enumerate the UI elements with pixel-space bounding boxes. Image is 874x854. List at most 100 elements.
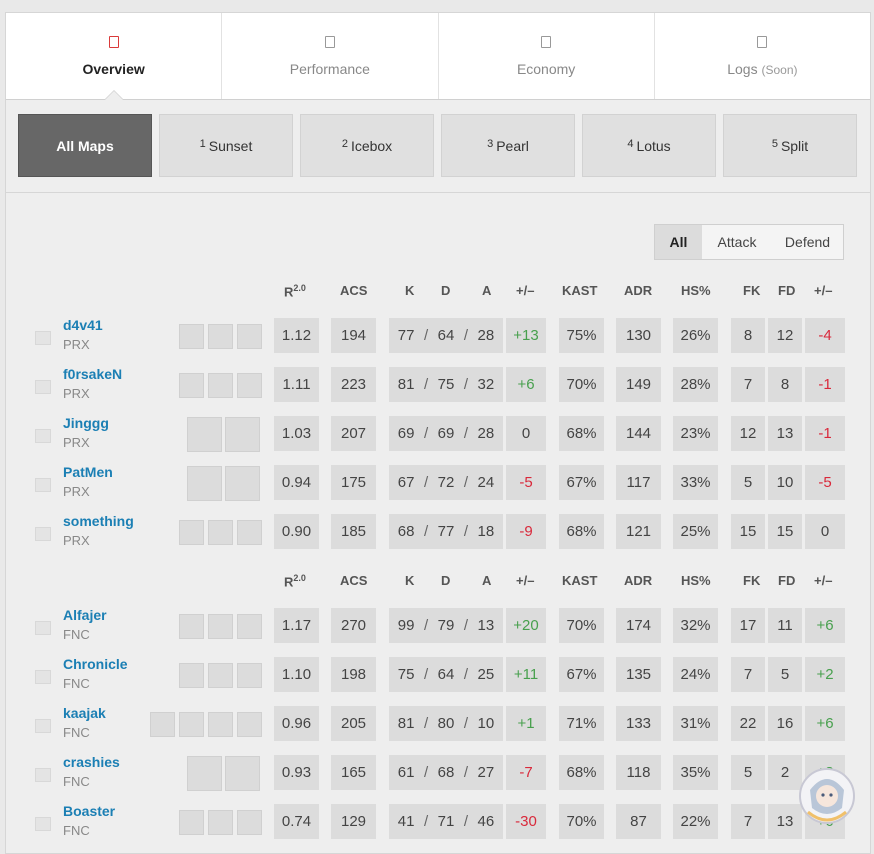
country-flag-icon (35, 380, 51, 394)
tab-overview[interactable]: Overview (6, 13, 223, 99)
tab-sublabel: (Soon) (761, 63, 798, 77)
stat-kda: 67 / 72 / 24 (389, 465, 503, 500)
column-header-fk[interactable]: FK (743, 573, 760, 593)
stat-d: 77 (437, 523, 455, 540)
column-header-pm[interactable]: +/– (516, 283, 534, 303)
country-flag-icon (35, 621, 51, 635)
stat-pm: -7 (506, 755, 546, 790)
agent-icon (208, 373, 233, 398)
agent-icon (237, 810, 262, 835)
column-header-text: KAST (562, 573, 598, 588)
column-header-text: +/– (516, 283, 535, 298)
map-button-sunset[interactable]: 1 Sunset (159, 114, 293, 177)
kda-separator: / (463, 715, 469, 732)
player-team-tag: PRX (63, 533, 90, 548)
kda-separator: / (463, 764, 469, 781)
player-name-link[interactable]: Boaster (63, 803, 115, 819)
column-header-d[interactable]: D (441, 573, 450, 593)
column-header-hs[interactable]: HS% (681, 283, 711, 303)
agent-icon (208, 663, 233, 688)
player-team-tag: PRX (63, 386, 90, 401)
stat-a: 13 (477, 617, 495, 634)
stat-adr: 144 (616, 416, 661, 451)
stat-hs: 35% (673, 755, 718, 790)
map-button-icebox[interactable]: 2 Icebox (300, 114, 434, 177)
column-header-hs[interactable]: HS% (681, 573, 711, 593)
stat-fk: 17 (731, 608, 765, 643)
player-name-link[interactable]: Alfajer (63, 607, 107, 623)
player-name-link[interactable]: PatMen (63, 464, 113, 480)
column-header-a[interactable]: A (482, 283, 491, 303)
stat-kast: 75% (559, 318, 604, 353)
column-header-fpm[interactable]: +/– (814, 283, 832, 303)
player-name-link[interactable]: Chronicle (63, 656, 128, 672)
tab-label-text: Overview (82, 61, 145, 77)
map-button-split[interactable]: 5 Split (723, 114, 857, 177)
tab-performance[interactable]: Performance (222, 13, 439, 99)
column-header-pm[interactable]: +/– (516, 573, 534, 593)
column-header-text: +/– (814, 573, 833, 588)
player-name-link[interactable]: f0rsakeN (63, 366, 122, 382)
column-header-rating[interactable]: R2.0 (284, 573, 306, 593)
player-name-link[interactable]: Jinggg (63, 415, 109, 431)
column-header-fk[interactable]: FK (743, 283, 760, 303)
tab-economy[interactable]: Economy (439, 13, 655, 99)
stat-kast: 71% (559, 706, 604, 741)
player-team-tag: FNC (63, 774, 90, 789)
stat-a: 28 (477, 327, 495, 344)
column-header-kast[interactable]: KAST (562, 283, 597, 303)
stat-kda: 69 / 69 / 28 (389, 416, 503, 451)
stat-k: 41 (397, 813, 415, 830)
column-header-adr[interactable]: ADR (624, 283, 652, 303)
column-header-acs[interactable]: ACS (340, 573, 367, 593)
stat-fk: 22 (731, 706, 765, 741)
column-header-adr[interactable]: ADR (624, 573, 652, 593)
map-number: 4 (627, 137, 634, 150)
column-header-acs[interactable]: ACS (340, 283, 367, 303)
stat-hs: 32% (673, 608, 718, 643)
player-name-link[interactable]: kaajak (63, 705, 106, 721)
side-filter-all-button[interactable]: All (655, 225, 702, 259)
stat-k: 68 (397, 523, 415, 540)
agent-icon (179, 324, 204, 349)
agent-icon (179, 810, 204, 835)
mascot-badge-icon (799, 768, 855, 824)
stat-adr: 135 (616, 657, 661, 692)
stat-k: 81 (397, 715, 415, 732)
stat-rating: 1.10 (274, 657, 319, 692)
stat-fk: 15 (731, 514, 765, 549)
column-header-text: ACS (340, 573, 368, 588)
player-name-link[interactable]: crashies (63, 754, 120, 770)
column-header-text: KAST (562, 283, 598, 298)
stat-a: 32 (477, 376, 495, 393)
player-name-link[interactable]: something (63, 513, 134, 529)
stat-pm: +11 (506, 657, 546, 692)
stat-adr: 118 (616, 755, 661, 790)
column-header-fpm[interactable]: +/– (814, 573, 832, 593)
player-name-link[interactable]: d4v41 (63, 317, 103, 333)
stat-fk: 5 (731, 465, 765, 500)
stat-fpm: -5 (805, 465, 845, 500)
column-header-d[interactable]: D (441, 283, 450, 303)
tab-label-text: Logs (727, 61, 758, 77)
stat-fpm: -4 (805, 318, 845, 353)
column-header-fd[interactable]: FD (778, 283, 795, 303)
column-header-text: +/– (516, 573, 535, 588)
side-filter-attack-button[interactable]: Attack (702, 225, 772, 259)
tab-logs[interactable]: Logs (Soon) (655, 13, 870, 99)
agent-icon (187, 756, 222, 791)
column-header-k[interactable]: K (405, 283, 414, 303)
stat-adr: 130 (616, 318, 661, 353)
side-filter-defend-button[interactable]: Defend (772, 225, 843, 259)
column-header-a[interactable]: A (482, 573, 491, 593)
stat-k: 67 (397, 474, 415, 491)
column-header-kast[interactable]: KAST (562, 573, 597, 593)
column-header-rating[interactable]: R2.0 (284, 283, 306, 303)
map-button-all-maps[interactable]: All Maps (18, 114, 152, 177)
map-button-lotus[interactable]: 4 Lotus (582, 114, 716, 177)
kda-separator: / (423, 474, 429, 491)
column-header-sup: 2.0 (293, 283, 306, 293)
column-header-fd[interactable]: FD (778, 573, 795, 593)
column-header-k[interactable]: K (405, 573, 414, 593)
map-button-pearl[interactable]: 3 Pearl (441, 114, 575, 177)
